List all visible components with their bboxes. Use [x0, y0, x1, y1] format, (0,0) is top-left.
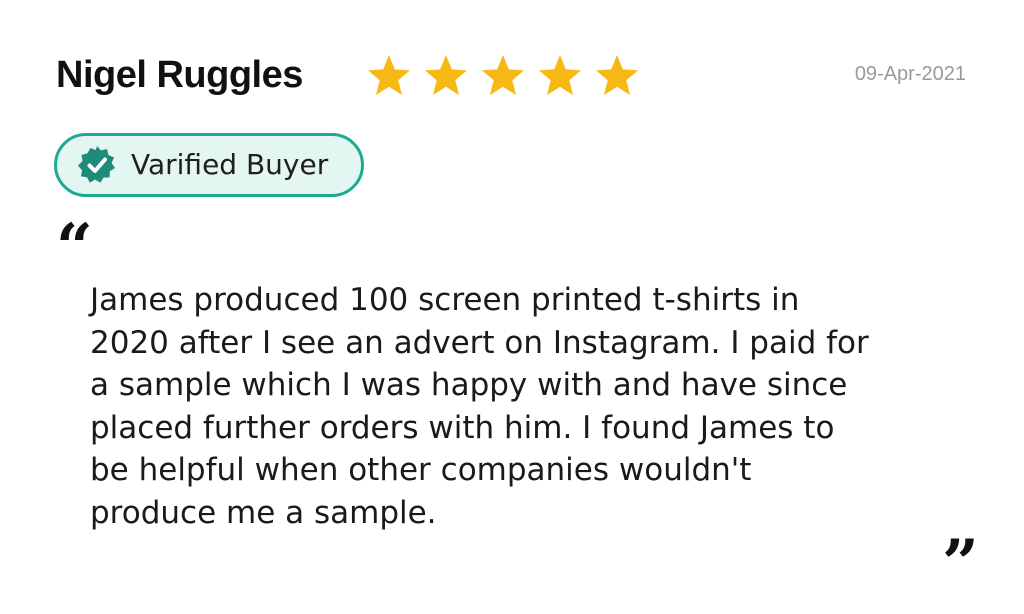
review-body-line: be helpful when other companies wouldn't [90, 452, 752, 488]
verified-buyer-badge: Varified Buyer [54, 133, 364, 197]
review-body-line: 2020 after I see an advert on Instagram.… [90, 324, 869, 361]
star-icon [425, 55, 467, 95]
open-quote-icon: “ [56, 210, 93, 285]
review-card: Nigel Ruggles 09-Apr-2021 Varified Buyer… [0, 0, 1024, 614]
star-icon [539, 55, 581, 95]
badge-label: Varified Buyer [131, 148, 329, 181]
close-quote-icon: ” [942, 526, 979, 601]
reviewer-name: Nigel Ruggles [56, 54, 303, 96]
verified-check-icon [78, 146, 115, 183]
review-body-line: placed further orders with him. I found … [90, 409, 835, 446]
review-body-line: James produced 100 screen printed t-shir… [90, 282, 800, 318]
review-body-line: a sample which I was happy with and have… [90, 367, 848, 403]
star-rating [366, 52, 640, 98]
star-icon [482, 55, 524, 95]
review-body-line: produce me a sample. [90, 494, 437, 531]
review-body: James produced 100 screen printed t-shir… [90, 279, 970, 534]
star-icon [368, 55, 410, 95]
review-date: 09-Apr-2021 [854, 63, 966, 85]
star-icon [596, 55, 638, 95]
